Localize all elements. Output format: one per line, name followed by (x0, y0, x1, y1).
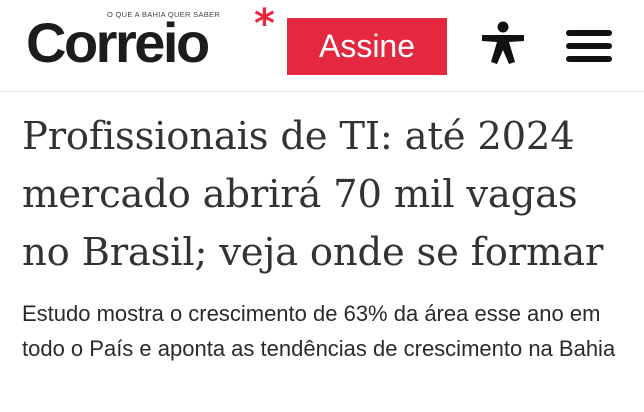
article-headline: Profissionais de TI: até 2024 mercado ab… (22, 114, 604, 275)
hamburger-menu-icon (566, 30, 612, 36)
logo-asterisk: * (254, 1, 275, 47)
hamburger-menu-icon-line (566, 43, 612, 49)
accessibility-person-icon (482, 21, 524, 64)
logo-wordmark: Correio (26, 11, 210, 74)
site-header: O QUE A BAHIA QUER SABER Correio * Assin… (0, 0, 644, 92)
article: Profissionais de TI: até 2024 mercado ab… (22, 108, 632, 361)
menu-button[interactable] (564, 26, 616, 66)
article-subheadline: Estudo mostra o crescimento de 63% da ár… (22, 301, 616, 361)
correio-logo[interactable]: O QUE A BAHIA QUER SABER Correio * (26, 4, 276, 78)
hamburger-menu-icon-line (566, 56, 612, 62)
accessibility-button[interactable] (480, 20, 526, 66)
subscribe-button[interactable]: Assine (287, 18, 447, 75)
